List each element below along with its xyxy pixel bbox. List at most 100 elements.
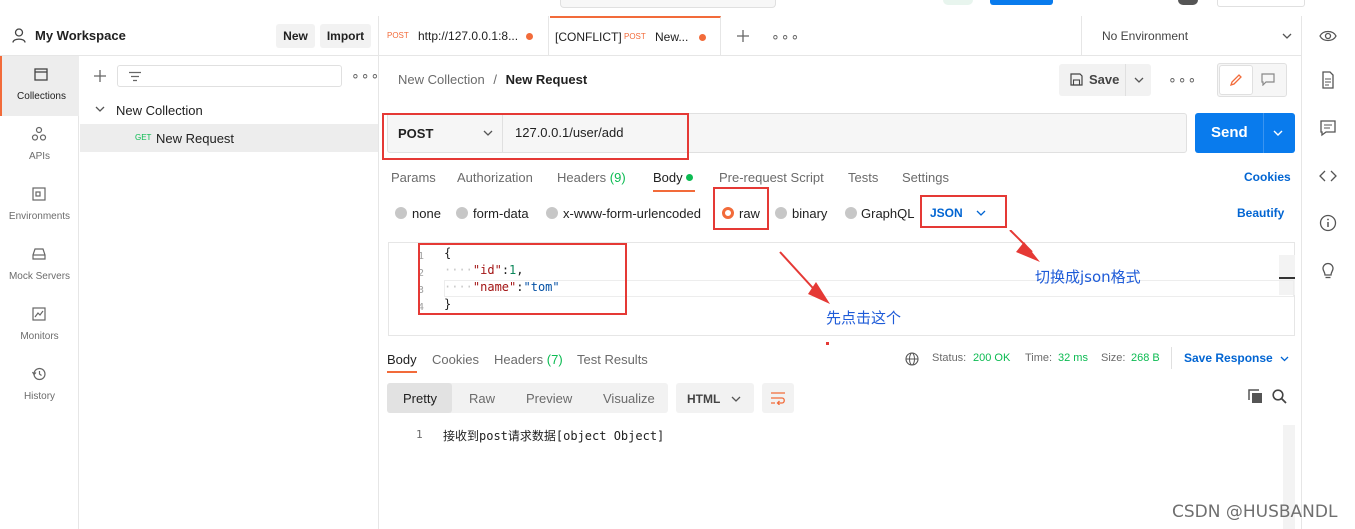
sidebar-item-label: Collections <box>17 91 66 102</box>
save-response-button[interactable]: Save Response <box>1184 351 1273 365</box>
view-pretty[interactable]: Pretty <box>387 383 452 413</box>
highlight-box-code <box>418 243 627 315</box>
radio-form-data[interactable] <box>456 207 468 219</box>
annotation-arrows <box>779 230 1040 345</box>
comment-mode-icon[interactable] <box>1261 73 1275 86</box>
chevron-down-icon[interactable] <box>1273 130 1283 137</box>
user-avatar[interactable] <box>1178 0 1198 5</box>
profile-menu[interactable] <box>1217 0 1305 7</box>
workspace-header: My Workspace New Import <box>0 16 379 56</box>
request-more-icon[interactable]: ∘∘∘ <box>1168 71 1197 88</box>
response-tab-test-results[interactable]: Test Results <box>577 352 648 367</box>
sidebar-item-label: APIs <box>28 151 51 162</box>
send-button[interactable]: Send <box>1211 124 1248 141</box>
highlight-box-raw <box>713 187 769 230</box>
environment-selector[interactable]: No Environment <box>1081 16 1301 56</box>
documentation-icon[interactable] <box>1319 71 1337 89</box>
wrap-lines-button[interactable] <box>762 383 794 413</box>
radio-graphql[interactable] <box>845 207 857 219</box>
new-tab-plus-icon[interactable] <box>736 29 750 43</box>
tab-more-icon[interactable]: ∘∘∘ <box>771 28 800 45</box>
breadcrumb-parent[interactable]: New Collection <box>398 72 485 87</box>
status-label: Status: <box>932 352 967 364</box>
search-icon[interactable] <box>1272 389 1287 404</box>
lightbulb-icon[interactable] <box>1319 262 1337 280</box>
response-line-number: 1 <box>416 428 423 441</box>
chevron-down-icon[interactable] <box>95 106 105 113</box>
comments-icon[interactable] <box>1319 119 1337 137</box>
status-value[interactable]: 200 OK <box>973 352 1010 364</box>
request-name: New Request <box>156 131 235 146</box>
sidebar-item-environments[interactable]: Environments <box>0 176 79 236</box>
method-badge: GET <box>135 133 152 142</box>
view-visualize[interactable]: Visualize <box>603 391 655 406</box>
cookies-link[interactable]: Cookies <box>1244 170 1291 184</box>
filter-input[interactable] <box>117 65 342 87</box>
radio-none[interactable] <box>395 207 407 219</box>
environment-value: No Environment <box>1102 29 1189 43</box>
active-tab-underline <box>653 190 695 192</box>
copy-icon[interactable] <box>1248 389 1263 404</box>
view-pretty-label: Pretty <box>403 391 437 406</box>
tree-item-new-request[interactable]: GET New Request <box>80 124 378 152</box>
tab-params[interactable]: Params <box>391 170 436 185</box>
response-tab-body[interactable]: Body <box>387 352 417 367</box>
sidebar-item-label: Environments <box>8 211 71 222</box>
unsaved-dot <box>699 34 706 41</box>
radio-binary[interactable] <box>775 207 787 219</box>
highlight-box-json <box>920 195 1007 228</box>
eye-icon[interactable] <box>1319 27 1337 45</box>
body-indicator-dot <box>686 174 694 181</box>
tab-body[interactable]: Body <box>653 170 694 185</box>
save-button[interactable]: Save <box>1059 64 1126 96</box>
tab-headers[interactable]: Headers (9) <box>557 170 626 185</box>
more-options-icon[interactable]: ∘∘∘ <box>351 67 380 84</box>
avatar[interactable] <box>943 0 973 5</box>
mock-servers-icon <box>32 248 46 260</box>
tab-authorization[interactable]: Authorization <box>457 170 533 185</box>
tab-request-2[interactable]: [CONFLICT] POST New... <box>550 16 721 56</box>
tab-settings[interactable]: Settings <box>902 170 949 185</box>
code-icon[interactable] <box>1319 167 1337 185</box>
plus-icon[interactable] <box>93 69 107 83</box>
globe-icon[interactable] <box>905 352 919 366</box>
tab-headers-label: Headers <box>557 170 607 185</box>
save-button-group: Save <box>1059 64 1151 96</box>
tab-tests[interactable]: Tests <box>848 170 878 185</box>
monitors-icon <box>32 307 46 321</box>
view-raw[interactable]: Raw <box>469 391 495 406</box>
new-button[interactable]: New <box>276 24 315 48</box>
response-tab-headers[interactable]: Headers (7) <box>494 352 563 367</box>
sidebar-nav: Collections APIs Environments Mock Serve… <box>0 56 79 529</box>
chevron-down-icon[interactable] <box>1280 356 1289 362</box>
info-icon[interactable] <box>1319 214 1337 232</box>
collection-name[interactable]: New Collection <box>116 103 203 118</box>
tab-pre-request-script[interactable]: Pre-request Script <box>719 170 824 185</box>
search-bar[interactable] <box>560 0 776 8</box>
response-tab-cookies[interactable]: Cookies <box>432 352 479 367</box>
size-label: Size: <box>1101 352 1126 364</box>
save-icon <box>1070 73 1083 86</box>
view-preview[interactable]: Preview <box>526 391 572 406</box>
tab-request-1[interactable]: POST http://127.0.0.1:8... <box>379 16 549 56</box>
time-value[interactable]: 32 ms <box>1058 352 1088 364</box>
send-divider <box>1263 113 1264 153</box>
sidebar-item-monitors[interactable]: Monitors <box>0 296 79 356</box>
response-format-select[interactable]: HTML <box>676 383 754 413</box>
sidebar-item-apis[interactable]: APIs <box>0 116 79 176</box>
breadcrumb-current[interactable]: New Request <box>506 72 588 87</box>
beautify-link[interactable]: Beautify <box>1237 206 1284 220</box>
tab-title: http://127.0.0.1:8... <box>418 29 519 43</box>
import-button[interactable]: Import <box>320 24 371 48</box>
workspace-name[interactable]: My Workspace <box>35 28 126 43</box>
upgrade-button[interactable] <box>990 0 1053 5</box>
sidebar-item-mock-servers[interactable]: Mock Servers <box>0 236 79 296</box>
edit-mode-button[interactable] <box>1219 65 1253 95</box>
radio-urlencoded[interactable] <box>546 207 558 219</box>
history-icon <box>31 367 46 381</box>
chevron-down-icon[interactable] <box>1134 77 1144 84</box>
user-icon <box>12 28 26 43</box>
size-value[interactable]: 268 B <box>1131 352 1160 364</box>
sidebar-item-collections[interactable]: Collections <box>0 56 79 116</box>
sidebar-item-history[interactable]: History <box>0 356 79 416</box>
